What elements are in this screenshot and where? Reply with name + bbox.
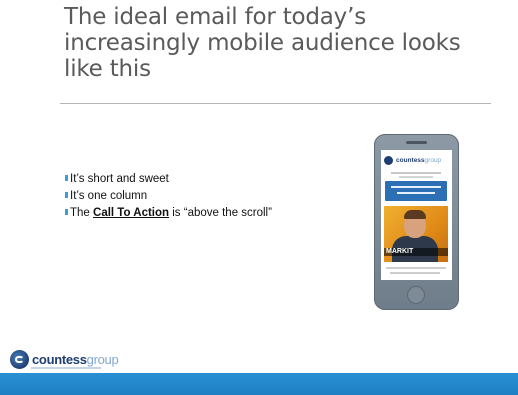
phone-cta-text-line [391,186,441,188]
bullet-item: It’s one column [65,188,272,205]
bullet-marker-icon [65,175,68,181]
phone-email-logo: countessgroup [384,153,448,167]
phone-cta-button [385,181,447,201]
title-divider [60,103,491,104]
phone-hero-photo: MARKIT [384,206,448,262]
bullet-marker-icon [65,209,68,215]
bullet-prefix: The [70,207,94,219]
phone-home-button-icon [407,286,425,304]
phone-cta-text-line [397,192,435,194]
phone-banner-text: MARKIT [386,248,414,255]
bullet-list: It’s short and sweet It’s one column The… [65,171,272,222]
phone-speaker-icon [406,141,427,144]
bullet-text: It’s short and sweet [70,173,169,185]
brand-logo-icon [384,155,393,165]
phone-logo-bold: countess [396,156,425,164]
bullet-item: It’s short and sweet [65,171,272,188]
phone-text-line [390,272,440,274]
logo-tagline-line [31,367,101,369]
phone-mockup-image: countessgroup MARKIT [374,134,459,310]
bullet-item: The Call To Action is “above the scroll” [65,205,272,222]
logo-wordmark-bold: countess [32,351,87,367]
slide: The ideal email for today’s increasingly… [0,0,518,395]
phone-logo-light: group [424,156,442,164]
bullet-marker-icon [65,192,68,198]
call-to-action-emphasis: Call To Action [93,207,170,219]
logo-wordmark-light: group [86,351,119,367]
phone-hero-banner: MARKIT [384,248,448,256]
phone-text-line [399,176,433,178]
footer-logo: countessgroup [10,347,119,371]
phone-text-line [386,267,446,269]
footer-bar [0,373,518,395]
phone-text-line [391,172,441,174]
slide-title: The ideal email for today’s increasingly… [64,4,461,82]
brand-logo-icon [10,349,29,369]
phone-screen: countessgroup MARKIT [381,150,452,280]
bullet-suffix: is “above the scroll” [169,207,272,219]
bullet-text: It’s one column [70,190,148,202]
person-hair-shape [404,210,426,219]
